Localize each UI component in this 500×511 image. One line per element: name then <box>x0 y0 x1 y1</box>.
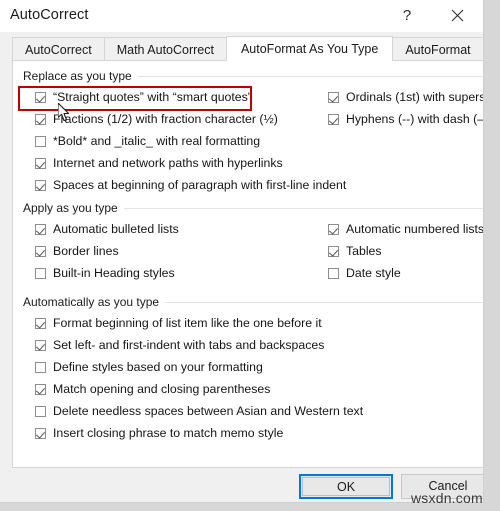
checkbox-label: *Bold* and _italic_ with real formatting <box>53 134 261 148</box>
checkbox-label: “Straight quotes” with “smart quotes” <box>53 90 252 104</box>
checkbox-unchecked-icon[interactable] <box>35 362 46 373</box>
checkbox-checked-icon[interactable] <box>328 224 339 235</box>
checkbox-row[interactable]: Spaces at beginning of paragraph with fi… <box>35 177 346 199</box>
checkbox-label: Border lines <box>53 244 119 258</box>
checkbox-row[interactable]: *Bold* and _italic_ with real formatting <box>35 133 346 155</box>
tab-math-autocorrect[interactable]: Math AutoCorrect <box>103 37 227 61</box>
autocorrect-dialog: AutoCorrect ? AutoCorrect Math AutoCorrec… <box>0 0 484 503</box>
group-header: Apply as you type <box>23 201 483 215</box>
checkbox-label: Ordinals (1st) with superscript <box>346 90 483 104</box>
checkbox-checked-icon[interactable] <box>328 246 339 257</box>
column-right: Automatic numbered lists Tables Date style <box>328 221 484 287</box>
checkbox-label: Insert closing phrase to match memo styl… <box>53 426 284 440</box>
checkbox-checked-icon[interactable] <box>35 92 46 103</box>
tab-content-autoformat-as-you-type: Replace as you type “Straight quotes” wit… <box>12 60 483 468</box>
checkbox-checked-icon[interactable] <box>35 224 46 235</box>
checkbox-row[interactable]: Insert closing phrase to match memo styl… <box>35 425 363 447</box>
group-automatically-as-you-type: Automatically as you type Format beginnin… <box>13 295 483 440</box>
group-label: Replace as you type <box>23 69 138 83</box>
checkbox-row[interactable]: Date style <box>328 265 483 287</box>
tab-actions[interactable]: Actions <box>482 37 483 61</box>
group-label: Automatically as you type <box>23 295 166 309</box>
group-header: Automatically as you type <box>23 295 483 309</box>
ok-button[interactable]: OK <box>299 474 393 499</box>
checkbox-label: Automatic bulleted lists <box>53 222 179 236</box>
column-right: Ordinals (1st) with superscript Hyphens (… <box>328 89 484 133</box>
checkbox-row[interactable]: Format beginning of list item like the o… <box>35 315 363 337</box>
checkbox-row[interactable]: Tables <box>328 243 483 265</box>
checkbox-label: Hyphens (--) with dash (—) <box>346 112 484 126</box>
checkbox-row[interactable]: Delete needless spaces between Asian and… <box>35 403 363 425</box>
checkbox-label: Set left- and first-indent with tabs and… <box>53 338 325 352</box>
checkbox-row[interactable]: Internet and network paths with hyperlin… <box>35 155 346 177</box>
checkbox-checked-icon[interactable] <box>35 246 46 257</box>
checkbox-checked-icon[interactable] <box>328 92 339 103</box>
title-bar: AutoCorrect ? <box>0 0 483 32</box>
checkbox-label: Automatic numbered lists <box>346 222 484 236</box>
checkbox-row[interactable]: Match opening and closing parentheses <box>35 381 363 403</box>
checkbox-unchecked-icon[interactable] <box>35 136 46 147</box>
checkbox-label: Define styles based on your formatting <box>53 360 263 374</box>
checkbox-row[interactable]: Fractions (1/2) with fraction character … <box>35 111 346 133</box>
checkbox-label: Spaces at beginning of paragraph with fi… <box>53 178 347 192</box>
checkbox-unchecked-icon[interactable] <box>35 268 46 279</box>
window-title: AutoCorrect <box>10 7 89 23</box>
tab-autoformat[interactable]: AutoFormat <box>392 37 483 61</box>
checkbox-label: Internet and network paths with hyperlin… <box>53 156 283 170</box>
checkbox-row[interactable]: Set left- and first-indent with tabs and… <box>35 337 363 359</box>
checkbox-row[interactable]: Define styles based on your formatting <box>35 359 363 381</box>
checkbox-row[interactable]: Automatic numbered lists <box>328 221 484 243</box>
checkbox-checked-icon[interactable] <box>328 114 339 125</box>
checkbox-unchecked-icon[interactable] <box>35 406 46 417</box>
column-left: “Straight quotes” with “smart quotes” Fra… <box>35 89 346 199</box>
checkbox-label: Fractions (1/2) with fraction character … <box>53 112 278 126</box>
column-left: Automatic bulleted lists Border lines Buil… <box>35 221 179 287</box>
checkbox-row[interactable]: Hyphens (--) with dash (—) <box>328 111 484 133</box>
checkbox-checked-icon[interactable] <box>35 428 46 439</box>
group-apply-as-you-type: Apply as you type Automatic bulleted list… <box>13 201 483 280</box>
group-replace-as-you-type: Replace as you type “Straight quotes” wit… <box>13 69 483 192</box>
checkbox-row[interactable]: Automatic bulleted lists <box>35 221 179 243</box>
checkbox-label: Format beginning of list item like the o… <box>53 316 322 330</box>
checkbox-label: Delete needless spaces between Asian and… <box>53 404 364 418</box>
tab-strip: AutoCorrect Math AutoCorrect AutoFormat As… <box>0 32 483 61</box>
checkbox-label: Built-in Heading styles <box>53 266 175 280</box>
column-full: Format beginning of list item like the o… <box>35 315 363 447</box>
checkbox-label: Match opening and closing parentheses <box>53 382 271 396</box>
checkbox-checked-icon[interactable] <box>35 180 46 191</box>
group-body: Automatic bulleted lists Border lines Buil… <box>13 215 483 280</box>
tab-autoformat-as-you-type[interactable]: AutoFormat As You Type <box>225 36 394 61</box>
checkbox-checked-icon[interactable] <box>35 340 46 351</box>
checkbox-checked-icon[interactable] <box>35 318 46 329</box>
checkbox-checked-icon[interactable] <box>35 158 46 169</box>
tab-list: AutoCorrect Math AutoCorrect AutoFormat As… <box>12 36 483 61</box>
watermark: wsxdn.com <box>411 490 483 506</box>
help-icon[interactable]: ? <box>386 0 428 31</box>
tab-autocorrect[interactable]: AutoCorrect <box>12 37 105 61</box>
checkbox-row[interactable]: Built-in Heading styles <box>35 265 179 287</box>
checkbox-label: Tables <box>346 244 382 258</box>
checkbox-row[interactable]: Border lines <box>35 243 179 265</box>
ok-button-label: OK <box>302 477 390 496</box>
checkbox-row[interactable]: Ordinals (1st) with superscript <box>328 89 483 111</box>
group-label: Apply as you type <box>23 201 124 215</box>
checkbox-unchecked-icon[interactable] <box>328 268 339 279</box>
checkbox-row[interactable]: “Straight quotes” with “smart quotes” <box>35 89 346 111</box>
group-header: Replace as you type <box>23 69 483 83</box>
checkbox-checked-icon[interactable] <box>35 384 46 395</box>
close-icon[interactable] <box>436 0 478 31</box>
checkbox-checked-icon[interactable] <box>35 114 46 125</box>
group-body: Format beginning of list item like the o… <box>13 309 483 440</box>
checkbox-label: Date style <box>346 266 401 280</box>
group-body: “Straight quotes” with “smart quotes” Fra… <box>13 83 483 192</box>
